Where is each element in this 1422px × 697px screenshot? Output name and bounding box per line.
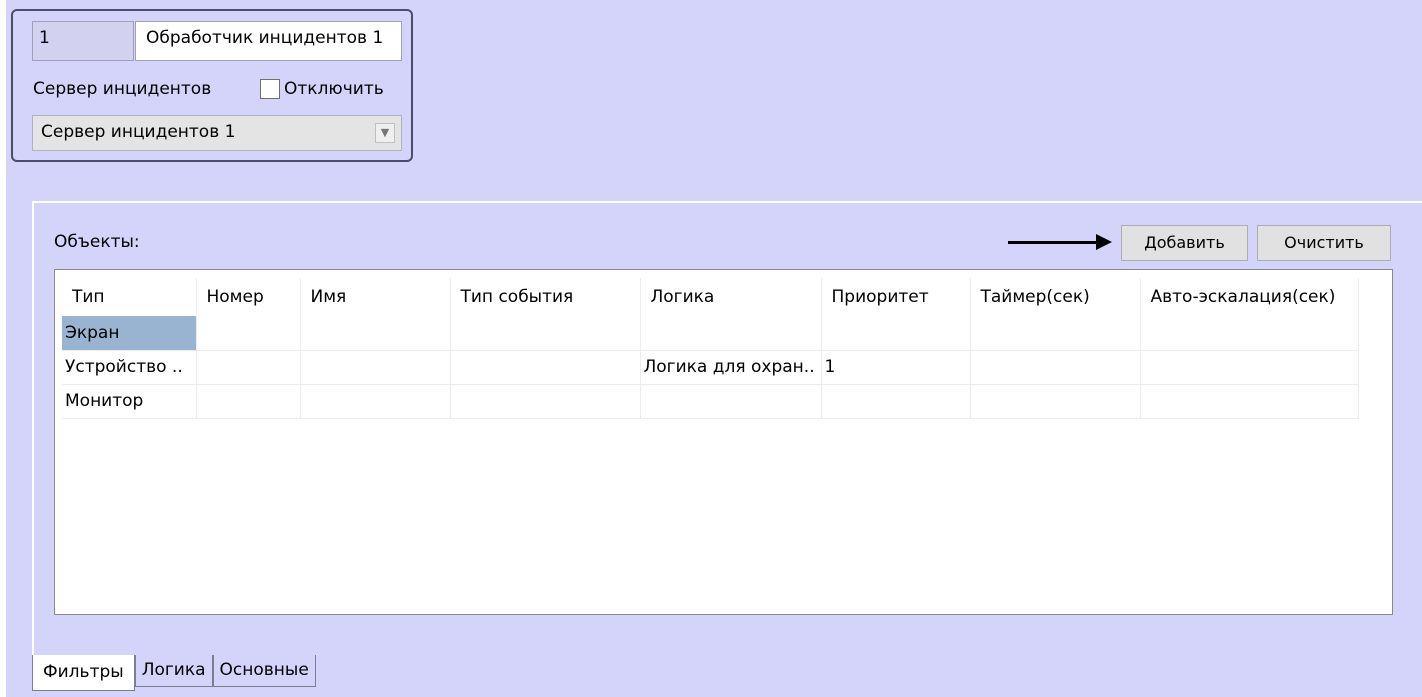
table-cell[interactable] bbox=[300, 316, 451, 351]
table-cell[interactable] bbox=[640, 384, 822, 419]
table-cell[interactable] bbox=[300, 350, 451, 385]
column-header[interactable]: Тип bbox=[62, 278, 197, 316]
column-header[interactable]: Авто-эскалация(сек) bbox=[1140, 278, 1359, 316]
table-cell[interactable] bbox=[196, 316, 301, 351]
table-cell[interactable] bbox=[640, 316, 822, 351]
objects-grid: Тип Номер Имя Тип события Логика Приоритет Тай… bbox=[62, 278, 1359, 419]
table-cell[interactable] bbox=[1140, 384, 1359, 419]
table-cell[interactable]: Монитор bbox=[62, 384, 197, 419]
object-name-field[interactable]: Обработчик инцидентов 1 bbox=[135, 21, 402, 61]
table-cell[interactable] bbox=[821, 384, 971, 419]
table-cell[interactable] bbox=[450, 350, 641, 385]
table-cell[interactable] bbox=[300, 384, 451, 419]
table-cell[interactable]: Экран bbox=[62, 316, 197, 351]
table-cell[interactable]: 1 bbox=[821, 350, 971, 385]
column-header[interactable]: Логика bbox=[640, 278, 822, 316]
table-cell[interactable] bbox=[970, 350, 1141, 385]
disable-checkbox-wrapper[interactable]: Отключить bbox=[260, 79, 384, 99]
clear-button[interactable]: Очистить bbox=[1257, 225, 1391, 261]
objects-label: Объекты: bbox=[54, 232, 140, 252]
tab-logic[interactable]: Логика bbox=[134, 655, 213, 687]
table-cell[interactable] bbox=[196, 350, 301, 385]
incident-server-selected-value: Сервер инцидентов 1 bbox=[41, 122, 236, 142]
table-cell[interactable]: Логика для охран.. bbox=[640, 350, 822, 385]
chevron-down-icon[interactable]: ▼ bbox=[375, 123, 395, 143]
objects-table[interactable]: Тип Номер Имя Тип события Логика Приоритет Тай… bbox=[54, 269, 1393, 615]
incident-server-label: Сервер инцидентов bbox=[33, 79, 212, 99]
column-header[interactable]: Номер bbox=[196, 278, 301, 316]
table-cell[interactable] bbox=[821, 316, 971, 351]
table-cell[interactable]: Устройство .. bbox=[62, 350, 197, 385]
column-header[interactable]: Таймер(сек) bbox=[970, 278, 1141, 316]
table-header-row: Тип Номер Имя Тип события Логика Приоритет Тай… bbox=[62, 278, 1359, 316]
add-button[interactable]: Добавить bbox=[1121, 225, 1248, 261]
tab-general[interactable]: Основные bbox=[212, 655, 316, 687]
column-header[interactable]: Приоритет bbox=[821, 278, 971, 316]
pointer-arrow-icon bbox=[1008, 241, 1100, 244]
table-cell[interactable] bbox=[450, 384, 641, 419]
incident-server-select[interactable]: Сервер инцидентов 1 ▼ bbox=[32, 115, 402, 151]
table-cell[interactable] bbox=[196, 384, 301, 419]
object-id-field[interactable]: 1 bbox=[32, 21, 134, 61]
table-row[interactable]: Монитор bbox=[62, 384, 1359, 419]
table-row[interactable]: Устройство .. Логика для охран.. 1 bbox=[62, 350, 1359, 385]
table-row[interactable]: Экран bbox=[62, 316, 1359, 351]
tab-filters[interactable]: Фильтры bbox=[32, 655, 135, 691]
table-cell[interactable] bbox=[1140, 350, 1359, 385]
table-cell[interactable] bbox=[1140, 316, 1359, 351]
pointer-arrow-head-icon bbox=[1096, 234, 1112, 250]
disable-checkbox-label: Отключить bbox=[284, 79, 384, 99]
tab-strip: Фильтры Логика Основные bbox=[32, 655, 316, 691]
table-cell[interactable] bbox=[970, 316, 1141, 351]
table-cell[interactable] bbox=[970, 384, 1141, 419]
table-cell[interactable] bbox=[450, 316, 641, 351]
object-settings-panel: 1 Обработчик инцидентов 1 Сервер инциден… bbox=[11, 9, 413, 162]
column-header[interactable]: Тип события bbox=[450, 278, 641, 316]
column-header[interactable]: Имя bbox=[300, 278, 451, 316]
disable-checkbox[interactable] bbox=[260, 79, 280, 99]
